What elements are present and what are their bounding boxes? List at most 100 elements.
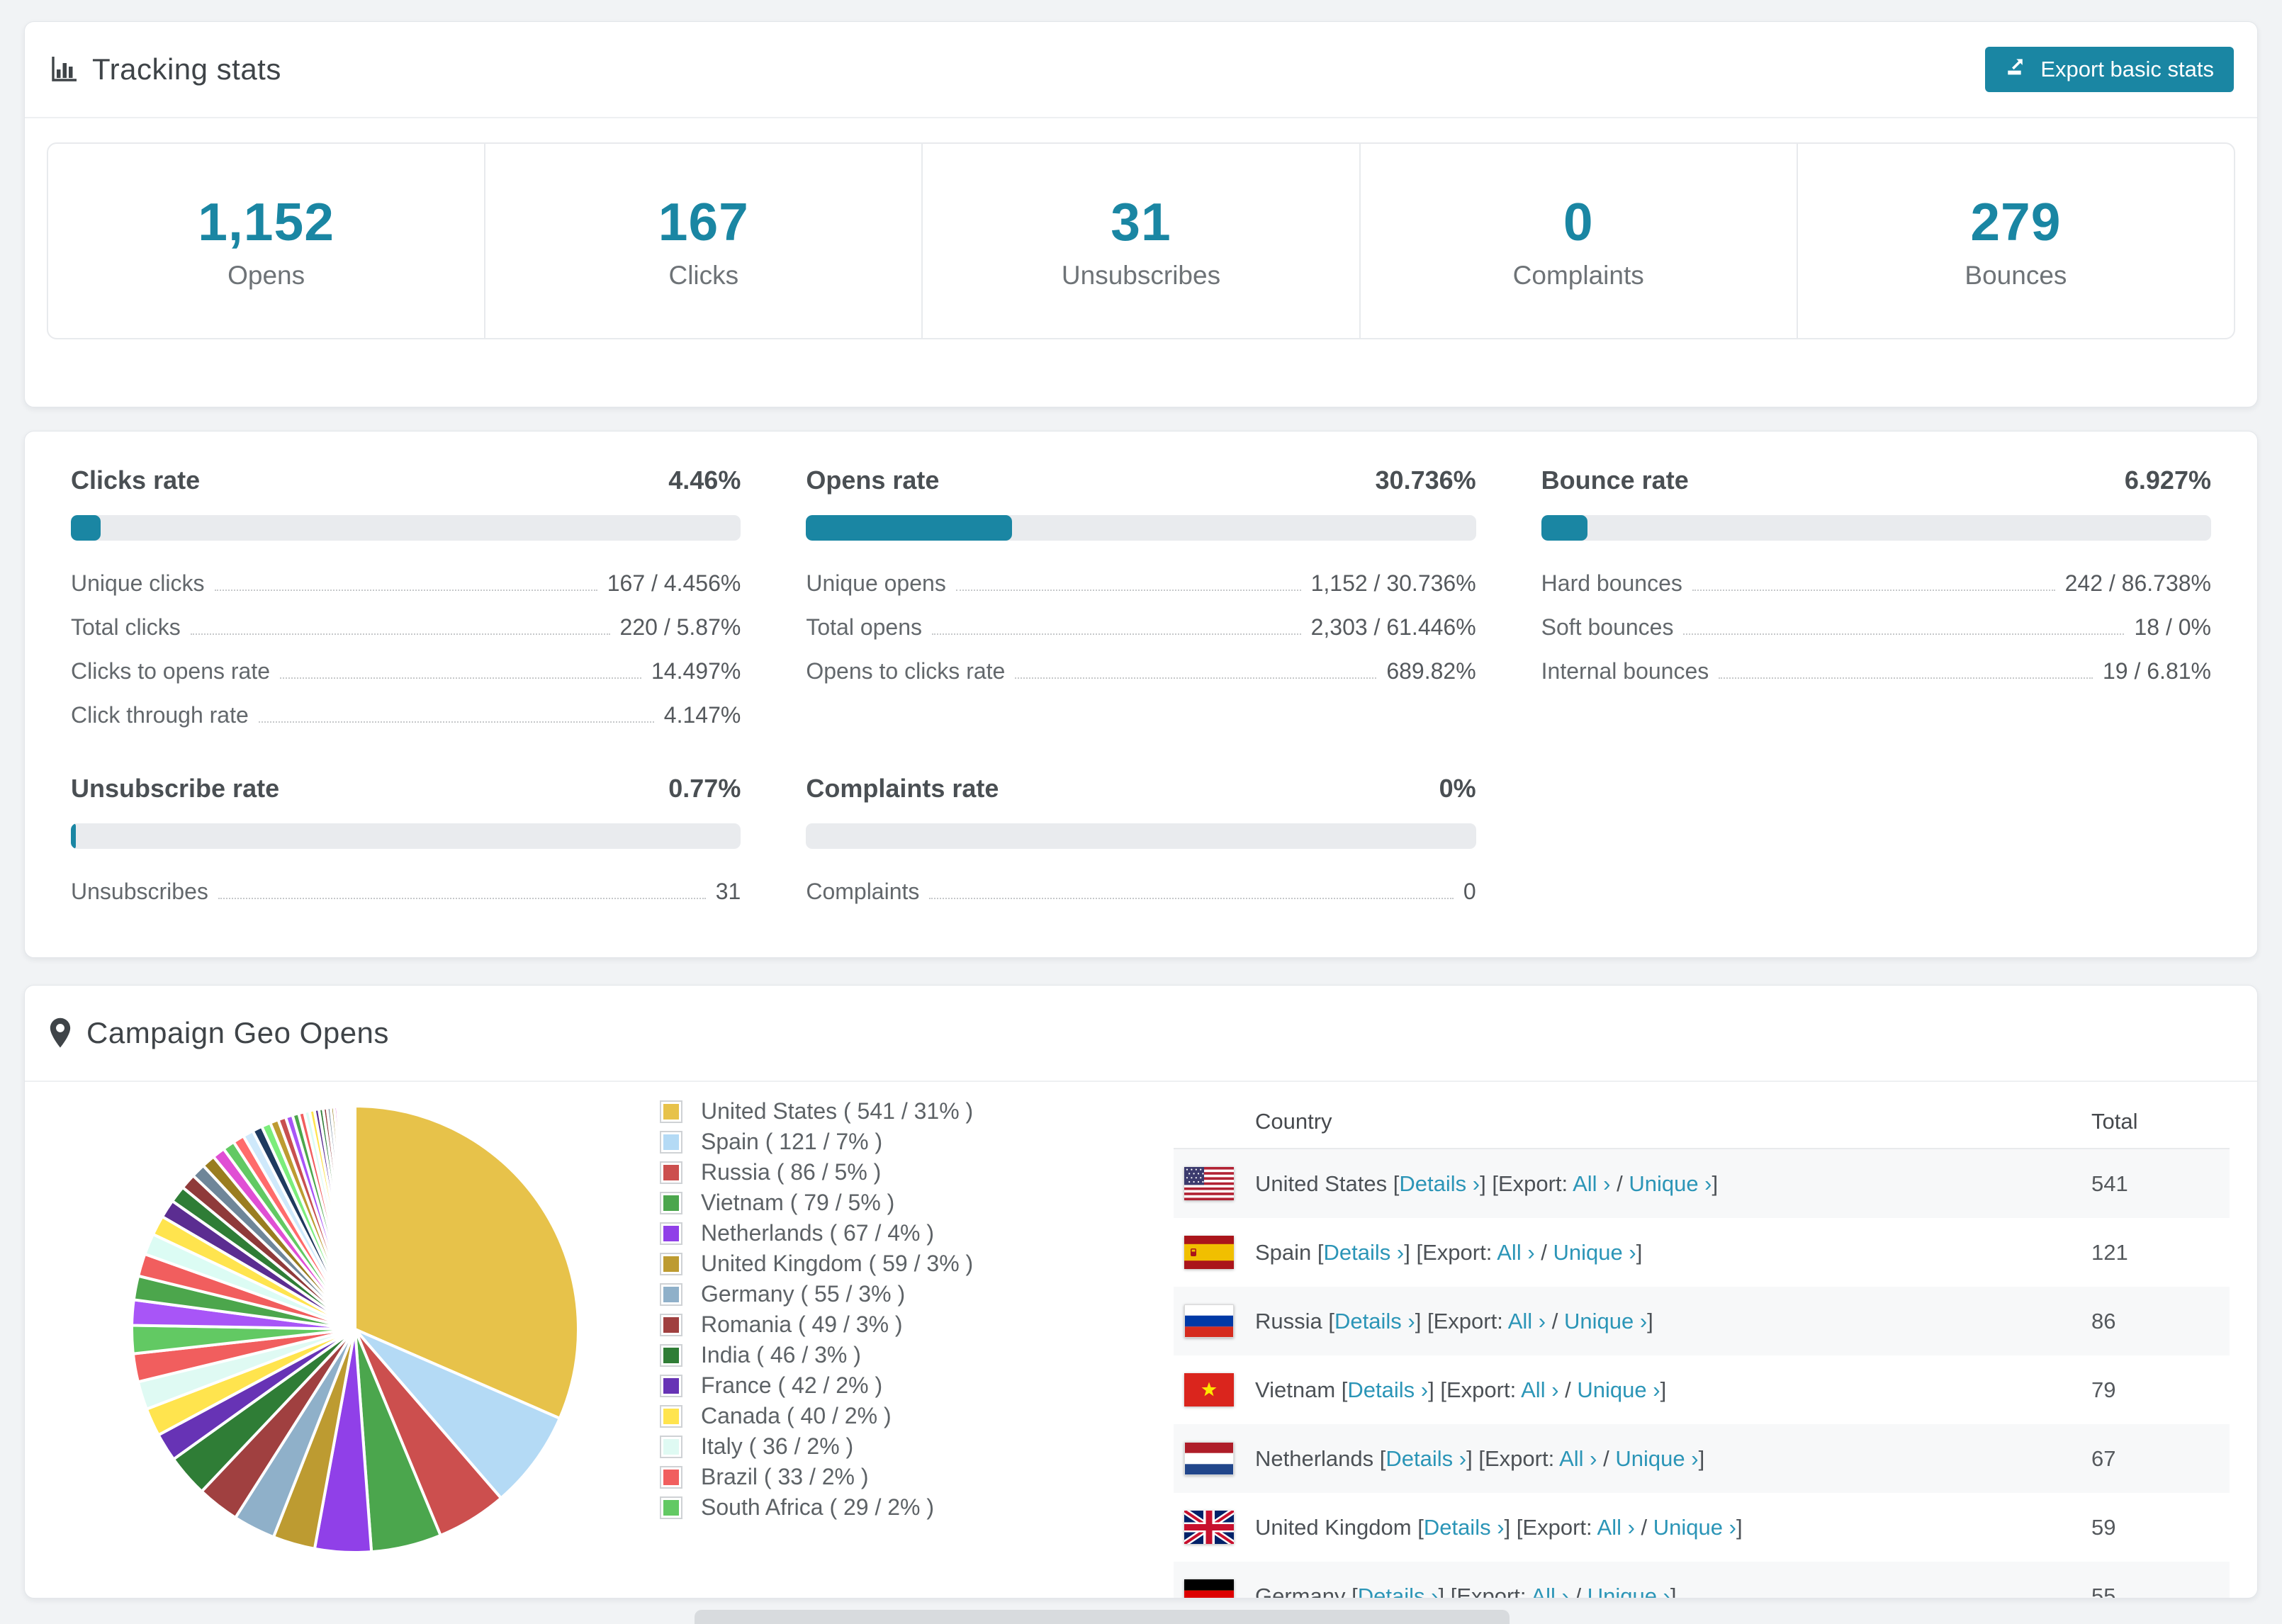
export-unique-link[interactable]: Unique › <box>1577 1377 1660 1402</box>
details-link[interactable]: Details › <box>1386 1446 1466 1471</box>
rate-progress-fill <box>71 515 101 541</box>
legend-swatch <box>660 1496 682 1519</box>
dotted-leader <box>1683 633 2125 635</box>
export-all-link[interactable]: All › <box>1559 1446 1597 1471</box>
export-all-link[interactable]: All › <box>1521 1377 1558 1402</box>
summary-label: Complaints <box>1512 261 1644 290</box>
rate-detail-row: Soft bounces 18 / 0% <box>1541 614 2211 641</box>
country-flag-icon <box>1184 1579 1234 1598</box>
country-total: 67 <box>2091 1445 2116 1471</box>
legend-swatch <box>660 1222 682 1245</box>
legend-swatch <box>660 1161 682 1184</box>
export-label: Export: <box>1497 1171 1568 1196</box>
legend-swatch <box>660 1465 682 1489</box>
rate-detail-value: 2,303 / 61.446% <box>1310 614 1476 640</box>
country-flag-icon <box>1184 1236 1234 1269</box>
export-all-link[interactable]: All › <box>1497 1240 1534 1265</box>
export-all-link[interactable]: All › <box>1573 1171 1610 1196</box>
rate-block-opens-rate: Opens rate 30.736% Unique opens 1,152 / … <box>806 466 1476 728</box>
dotted-leader <box>190 633 610 635</box>
export-all-link[interactable]: All › <box>1597 1515 1635 1540</box>
rate-progress-fill <box>806 515 1012 541</box>
details-link[interactable]: Details › <box>1424 1515 1505 1540</box>
country-flag-icon <box>1184 1442 1234 1475</box>
rate-title: Bounce rate <box>1541 466 1689 495</box>
rate-progress-track <box>806 515 1476 541</box>
rate-title: Opens rate <box>806 466 940 495</box>
rate-value: 6.927% <box>2124 466 2211 495</box>
export-icon <box>2005 55 2029 84</box>
legend-label: Brazil ( 33 / 2% ) <box>701 1464 869 1489</box>
rate-detail-label: Internal bounces <box>1541 658 1709 684</box>
export-unique-link[interactable]: Unique › <box>1615 1446 1698 1471</box>
rate-title: Clicks rate <box>71 466 201 495</box>
rate-value: 0.77% <box>668 774 741 803</box>
legend-label: Germany ( 55 / 3% ) <box>701 1281 906 1307</box>
details-link[interactable]: Details › <box>1334 1309 1415 1333</box>
page-title-text: Tracking stats <box>92 52 281 86</box>
rate-detail-row: Unique opens 1,152 / 30.736% <box>806 570 1476 597</box>
export-label: Export: <box>1422 1239 1493 1265</box>
country-name: United States <box>1255 1171 1388 1196</box>
summary-label: Bounces <box>1965 261 2067 290</box>
rate-detail-row: Click through rate 4.147% <box>71 702 741 728</box>
campaign-geo-opens-card: Campaign Geo Opens United States ( 541 /… <box>24 985 2258 1598</box>
rate-detail-row: Unsubscribes 31 <box>71 879 741 905</box>
rate-progress-fill <box>1541 515 1588 541</box>
dotted-leader <box>218 898 706 899</box>
details-link[interactable]: Details › <box>1347 1377 1428 1402</box>
export-unique-link[interactable]: Unique › <box>1629 1171 1712 1196</box>
rate-block-bounce-rate: Bounce rate 6.927% Hard bounces 242 / 86… <box>1541 466 2211 728</box>
rate-progress-track <box>71 823 741 849</box>
export-unique-link[interactable]: Unique › <box>1653 1515 1736 1540</box>
export-all-link[interactable]: All › <box>1531 1584 1568 1598</box>
export-unique-link[interactable]: Unique › <box>1553 1240 1636 1265</box>
summary-value: 279 <box>1970 192 2062 252</box>
summary-label: Clicks <box>668 261 739 290</box>
geo-pie-chart[interactable] <box>118 1092 592 1567</box>
details-link[interactable]: Details › <box>1399 1171 1480 1196</box>
country-name: Spain <box>1255 1239 1312 1265</box>
rate-detail-label: Clicks to opens rate <box>71 658 271 684</box>
export-basic-stats-button[interactable]: Export basic stats <box>1985 47 2234 92</box>
rate-detail-value: 220 / 5.87% <box>619 614 741 640</box>
details-link[interactable]: Details › <box>1358 1584 1439 1598</box>
export-unique-link[interactable]: Unique › <box>1564 1309 1647 1333</box>
country-total: 79 <box>2091 1377 2116 1402</box>
geo-legend: United States ( 541 / 31% ) Spain ( 121 … <box>660 1096 973 1523</box>
geo-table: Country Total United States [Details ›] … <box>1174 1095 2230 1598</box>
legend-label: South Africa ( 29 / 2% ) <box>701 1494 935 1520</box>
dotted-leader <box>1692 590 2055 591</box>
summary-label: Unsubscribes <box>1061 261 1221 290</box>
rate-detail-label: Click through rate <box>71 702 249 728</box>
country-name: Netherlands <box>1255 1445 1374 1471</box>
legend-item: United States ( 541 / 31% ) <box>660 1096 973 1127</box>
legend-item: Canada ( 40 / 2% ) <box>660 1401 973 1431</box>
export-unique-link[interactable]: Unique › <box>1587 1584 1670 1598</box>
legend-label: Canada ( 40 / 2% ) <box>701 1403 892 1428</box>
rate-detail-row: Opens to clicks rate 689.82% <box>806 658 1476 684</box>
rate-detail-label: Hard bounces <box>1541 570 1682 596</box>
rate-detail-value: 167 / 4.456% <box>607 570 741 596</box>
legend-swatch <box>660 1313 682 1336</box>
horizontal-scrollbar[interactable] <box>695 1610 1510 1624</box>
legend-swatch <box>660 1191 682 1214</box>
legend-label: United States ( 541 / 31% ) <box>701 1098 974 1124</box>
geo-table-row-gb: United Kingdom [Details ›] [Export: All … <box>1174 1493 2230 1562</box>
country-column-header: Country <box>1255 1109 1332 1134</box>
rate-detail-label: Unique opens <box>806 570 946 596</box>
legend-item: United Kingdom ( 59 / 3% ) <box>660 1248 973 1279</box>
details-link[interactable]: Details › <box>1324 1240 1405 1265</box>
legend-swatch <box>660 1343 682 1367</box>
legend-label: India ( 46 / 3% ) <box>701 1342 861 1368</box>
legend-item: Vietnam ( 79 / 5% ) <box>660 1188 973 1218</box>
legend-label: United Kingdom ( 59 / 3% ) <box>701 1251 974 1276</box>
geo-table-row-vn: Vietnam [Details ›] [Export: All › / Uni… <box>1174 1355 2230 1424</box>
dotted-leader <box>280 677 641 679</box>
geo-table-row-es: Spain [Details ›] [Export: All › / Uniqu… <box>1174 1218 2230 1287</box>
export-all-link[interactable]: All › <box>1508 1309 1546 1333</box>
geo-table-row-nl: Netherlands [Details ›] [Export: All › /… <box>1174 1424 2230 1493</box>
legend-item: Romania ( 49 / 3% ) <box>660 1309 973 1340</box>
rate-title: Complaints rate <box>806 774 999 803</box>
rate-value: 4.46% <box>668 466 741 495</box>
